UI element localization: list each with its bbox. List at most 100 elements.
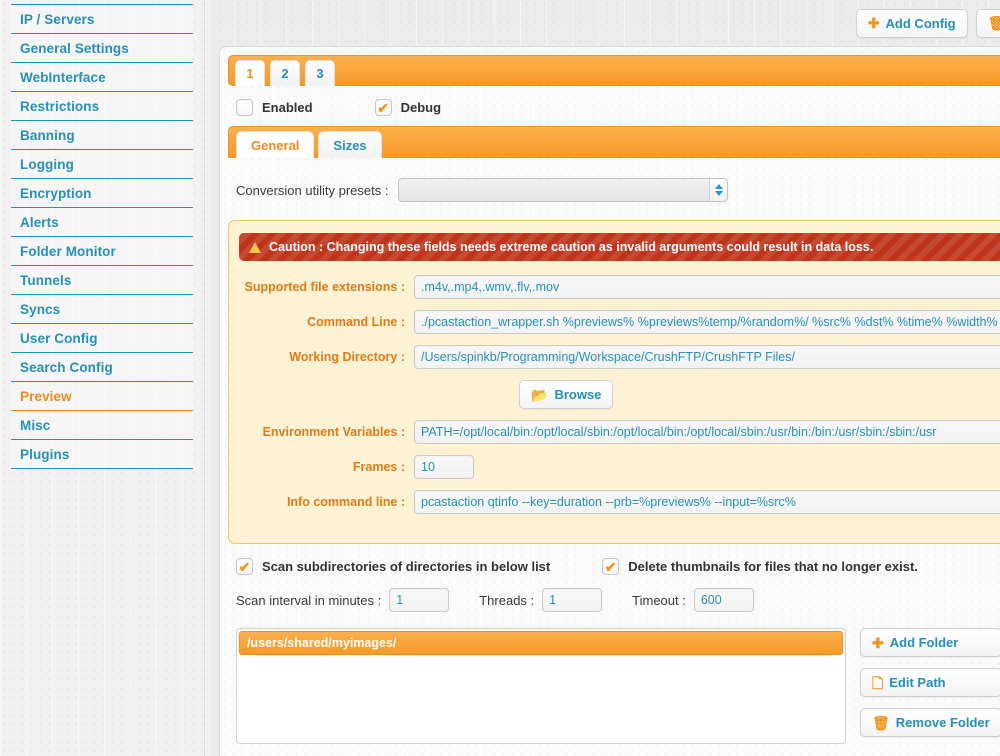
sidebar-item-alerts[interactable]: Alerts xyxy=(11,208,193,237)
sidebar-item-encryption[interactable]: Encryption xyxy=(11,179,193,208)
top-toolbar: ✚ Add Config 🗑 Re xyxy=(205,0,1000,40)
config-tab-2[interactable]: 2 xyxy=(270,60,300,86)
preview-config-panel: 123 ✔ Enabled ✔ Debug GeneralSizes Conve… xyxy=(219,46,1000,756)
button-label: Edit Path xyxy=(889,675,946,690)
debug-label: Debug xyxy=(400,100,442,115)
check-icon: ✔ xyxy=(377,99,389,116)
tab-sizes[interactable]: Sizes xyxy=(318,131,382,158)
sidebar-item-preview[interactable]: Preview xyxy=(11,382,193,411)
scan-subdirs-label: Scan subdirectories of directories in be… xyxy=(262,559,551,574)
add-config-button[interactable]: ✚ Add Config xyxy=(855,8,968,38)
scan-settings-section: ✔ Scan subdirectories of directories in … xyxy=(220,544,1000,744)
field-label: Environment Variables : xyxy=(262,425,405,439)
field-label: Info command line : xyxy=(286,495,405,509)
check-icon: ✔ xyxy=(604,558,617,575)
scan-interval-input[interactable]: 1 xyxy=(389,588,450,612)
field-input[interactable]: ./pcastaction_wrapper.sh %previews% %pre… xyxy=(414,310,1000,334)
scan-interval-label: Scan interval in minutes : xyxy=(236,592,382,608)
timeout-input[interactable]: 600 xyxy=(693,588,754,612)
field-row: Environment Variables : PATH=/opt/local/b… xyxy=(239,420,1000,444)
sidebar-item-restrictions[interactable]: Restrictions xyxy=(11,92,193,121)
field-input[interactable]: PATH=/opt/local/bin:/opt/local/sbin:/opt… xyxy=(414,420,1000,444)
scan-subdirs-checkbox[interactable]: ✔ xyxy=(236,558,253,575)
remove-folder-button[interactable]: 🗑 Remove Folder xyxy=(860,708,1000,737)
field-row: Supported file extensions : .m4v,.mp4,.wm… xyxy=(239,275,1000,299)
enabled-label: Enabled xyxy=(262,100,313,115)
scan-toggles-row: ✔ Scan subdirectories of directories in … xyxy=(236,558,1000,575)
general-tab-body: Conversion utility presets : Caution : C… xyxy=(220,158,1000,744)
field-label: Working Directory : xyxy=(289,350,405,364)
edit-path-button[interactable]: 🗋 Edit Path xyxy=(860,668,1000,697)
conversion-presets-row: Conversion utility presets : xyxy=(220,178,1000,202)
button-label: Add Folder xyxy=(889,635,959,650)
field-row: Info command line : pcastaction qtinfo --… xyxy=(239,490,1000,514)
section-tab-strip: General Sizes xyxy=(228,126,1000,158)
browse-button[interactable]: 📂 Browse xyxy=(519,380,614,409)
config-tab-strip: 123 xyxy=(228,55,1000,86)
warning-triangle-icon xyxy=(249,241,261,253)
browse-row: 📂 Browse xyxy=(239,380,1000,409)
browse-label: Browse xyxy=(554,387,602,402)
sidebar-item-banning[interactable]: Banning xyxy=(11,121,193,150)
delete-thumbnails-label: Delete thumbnails for files that no long… xyxy=(628,559,918,574)
add-folder-button[interactable]: ✚ Add Folder xyxy=(860,628,1000,657)
sidebar-item-tunnels[interactable]: Tunnels xyxy=(11,266,193,295)
trash-icon: 🗑 xyxy=(872,714,890,731)
conversion-presets-label: Conversion utility presets : xyxy=(236,182,389,198)
remove-config-button[interactable]: 🗑 Re xyxy=(975,8,1000,38)
sidebar-item-logging[interactable]: Logging xyxy=(11,150,193,179)
timeout-label: Timeout : xyxy=(632,592,686,608)
button-label: Remove Folder xyxy=(895,715,990,730)
delete-thumbnails-checkbox[interactable]: ✔ xyxy=(602,558,620,575)
caution-fields-box: Caution : Changing these fields needs ex… xyxy=(228,220,1000,544)
field-row: Working Directory : /Users/spinkb/Program… xyxy=(239,345,1000,369)
folder-open-icon: 📂 xyxy=(531,386,549,403)
sidebar-item-general-settings[interactable]: General Settings xyxy=(11,34,193,63)
field-label: Command Line : xyxy=(307,315,405,329)
sidebar-item-user-config[interactable]: User Config xyxy=(11,324,193,353)
fields-group-b: Environment Variables : PATH=/opt/local/b… xyxy=(239,420,1000,514)
folder-list[interactable]: /users/shared/myimages/ xyxy=(236,628,846,744)
check-icon: ✔ xyxy=(238,558,251,575)
field-input[interactable]: 10 xyxy=(414,455,474,479)
threads-label: Threads : xyxy=(479,592,535,608)
sidebar-item-syncs[interactable]: Syncs xyxy=(11,295,193,324)
toggles-row: ✔ Enabled ✔ Debug xyxy=(220,86,1000,126)
sidebar-item-webinterface[interactable]: WebInterface xyxy=(11,63,193,92)
field-row: Frames : 10 xyxy=(239,455,1000,479)
field-input[interactable]: /Users/spinkb/Programming/Workspace/Crus… xyxy=(414,345,1000,369)
field-input[interactable]: pcastaction qtinfo --key=duration --prb=… xyxy=(414,490,1000,514)
folder-list-zone: /users/shared/myimages/ ✚ Add Folder 🗋 Edit… xyxy=(236,628,1000,744)
sidebar-item-ip-servers[interactable]: IP / Servers xyxy=(11,4,193,34)
tab-general[interactable]: General xyxy=(236,131,315,158)
sidebar-nav-list: IP / Servers General Settings WebInterface… xyxy=(0,4,204,469)
config-tab-1[interactable]: 1 xyxy=(235,60,265,86)
threads-input[interactable]: 1 xyxy=(542,588,603,612)
caution-text: Caution : Changing these fields needs ex… xyxy=(269,240,874,254)
field-row: Command Line : ./pcastaction_wrapper.sh %… xyxy=(239,310,1000,334)
caution-banner: Caution : Changing these fields needs ex… xyxy=(239,233,1000,261)
trash-icon: 🗑 xyxy=(987,15,1000,31)
app-window: IP / Servers General Settings WebInterface… xyxy=(0,0,1000,756)
page-icon: 🗋 xyxy=(872,674,884,691)
sidebar: IP / Servers General Settings WebInterface… xyxy=(0,0,211,756)
chevron-updown-icon xyxy=(709,179,728,201)
sidebar-item-plugins[interactable]: Plugins xyxy=(11,440,193,469)
sidebar-item-misc[interactable]: Misc xyxy=(11,411,193,440)
conversion-presets-select[interactable] xyxy=(398,178,729,202)
add-config-label: Add Config xyxy=(885,15,956,31)
enabled-checkbox[interactable]: ✔ xyxy=(236,99,253,116)
field-label: Supported file extensions : xyxy=(244,280,405,294)
config-tab-3[interactable]: 3 xyxy=(305,60,335,86)
sidebar-item-folder-monitor[interactable]: Folder Monitor xyxy=(11,237,193,266)
scan-interval-row: Scan interval in minutes : 1 Threads : 1… xyxy=(236,588,1000,612)
debug-checkbox[interactable]: ✔ xyxy=(374,99,392,116)
plus-icon: ✚ xyxy=(872,634,884,651)
main-content: ✚ Add Config 🗑 Re 123 ✔ Enabled ✔ xyxy=(205,0,1000,756)
fields-group-a: Supported file extensions : .m4v,.mp4,.wm… xyxy=(239,275,1000,369)
field-input[interactable]: .m4v,.mp4,.wmv,.flv,.mov xyxy=(414,275,1000,299)
sidebar-item-search-config[interactable]: Search Config xyxy=(11,353,193,382)
folder-actions: ✚ Add Folder 🗋 Edit Path 🗑 Remove Folder xyxy=(860,628,1000,744)
folder-list-item[interactable]: /users/shared/myimages/ xyxy=(239,631,843,655)
field-label: Frames : xyxy=(352,460,405,474)
